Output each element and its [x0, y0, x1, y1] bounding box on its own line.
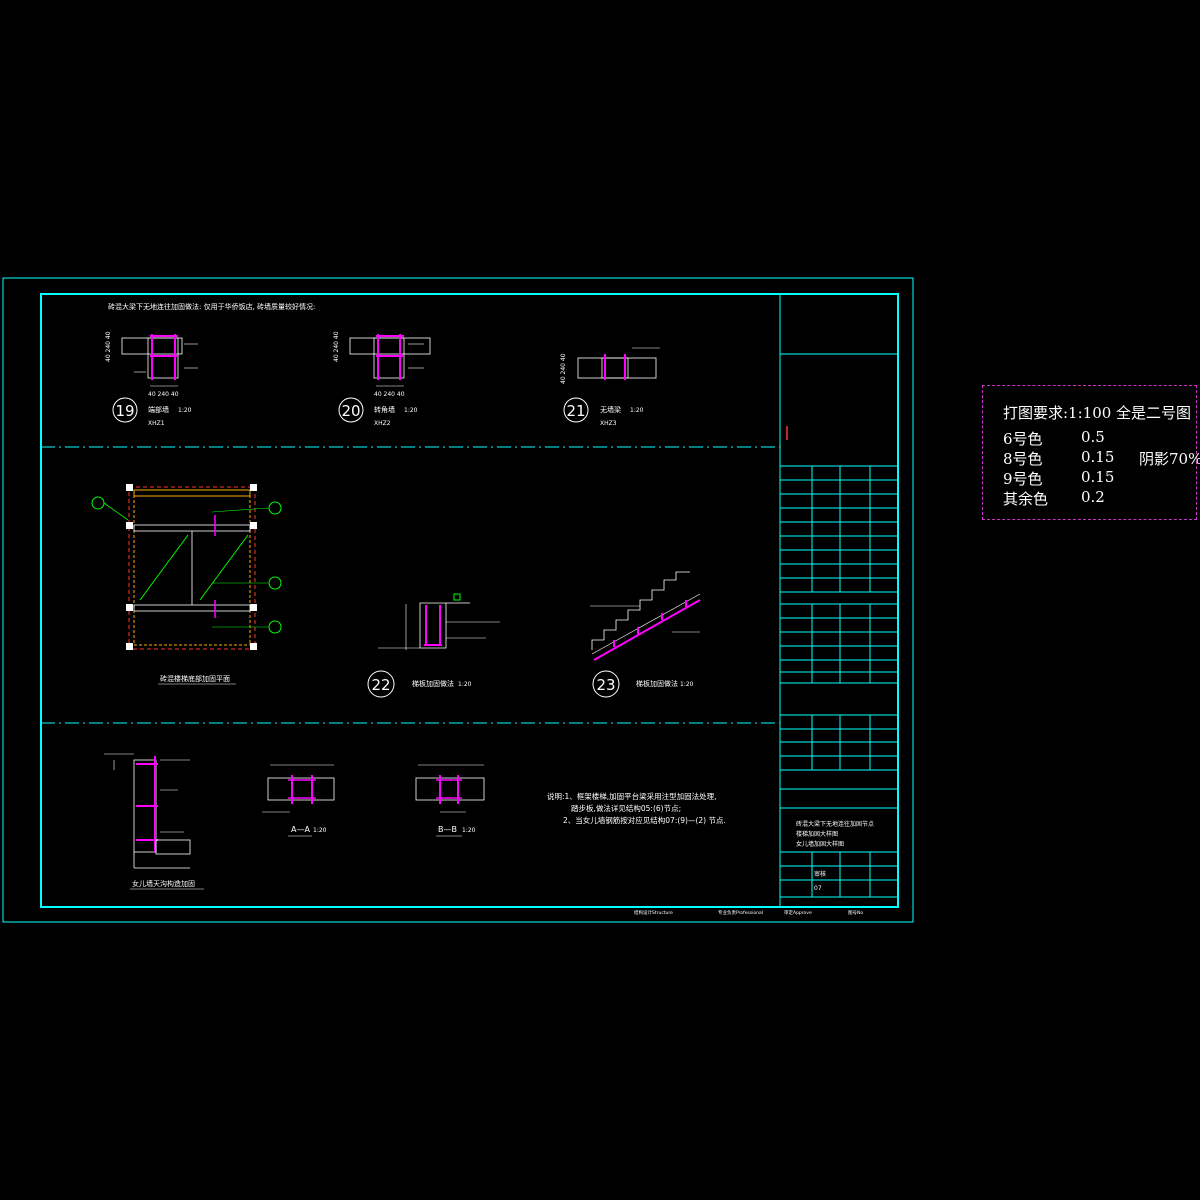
detail-21-number: 21 — [566, 402, 585, 420]
cad-drawing: 砖混大梁下无地连往加固做法: 仅用于华侨饭店, 砖墙质量较好情况: 40 240… — [2, 277, 914, 923]
title-block-drawing-no: 07 — [814, 885, 822, 892]
parapet-detail — [104, 753, 191, 869]
detail-21-scale: 1:20 — [630, 407, 644, 414]
detail-21-label: 21 无墙梁 1:20 XHZ3 — [563, 397, 644, 427]
detail-22-label: 22 梯板加固做法 1:20 — [367, 670, 472, 698]
title-block-project-2: 楼梯加固大样图 — [796, 830, 838, 838]
print-row-4-label: 其余色 — [1003, 490, 1049, 508]
detail-19-number: 19 — [115, 402, 134, 420]
print-row-1-label: 6号色 — [1003, 430, 1043, 448]
detail-22 — [378, 593, 500, 650]
detail-20: 40 240 40 40 240 40 — [333, 331, 431, 398]
detail-19-code: XHZ1 — [148, 420, 165, 427]
svg-text:40 240 40: 40 240 40 — [105, 331, 112, 362]
print-row-2-label: 8号色 — [1003, 450, 1043, 468]
detail-19-label: 19 端部墙 1:20 XHZ1 — [112, 397, 192, 427]
detail-22-number: 22 — [371, 676, 390, 694]
note-line-3: 2、当女儿墙钢筋按对应见结构07:(9)—(2) 节点. — [563, 815, 726, 825]
svg-text:40 240 40: 40 240 40 — [333, 331, 340, 362]
footer-3: 审定Approve — [784, 909, 812, 916]
section-a-scale: 1:20 — [313, 827, 327, 834]
print-row-3-value: 0.15 — [1081, 468, 1115, 486]
note-line-2: 踏步板,做法详见结构05:(6)节点; — [571, 803, 681, 813]
footer-4: 图号No — [848, 910, 863, 916]
title-block-checker: 审核 — [814, 870, 826, 878]
print-row-2-extra: 阴影70% — [1139, 450, 1200, 468]
title-block-project-3: 女儿墙加固大样图 — [796, 840, 844, 848]
detail-21-dim: 40 240 40 — [560, 353, 567, 384]
section-a-title: A—A — [291, 825, 310, 834]
section-b-title: B—B — [438, 825, 457, 834]
detail-21: 40 240 40 — [560, 347, 660, 384]
detail-20-label: 20 转角墙 1:20 XHZ2 — [338, 397, 418, 427]
print-row-3-label: 9号色 — [1003, 470, 1043, 488]
section-a — [262, 764, 335, 813]
plan-title: 砖混楼梯底部加固平面 — [160, 674, 230, 683]
print-row-1-value: 0.5 — [1081, 428, 1105, 446]
detail-22-scale: 1:20 — [458, 681, 472, 688]
detail-20-scale: 1:20 — [404, 407, 418, 414]
top-note: 砖混大梁下无地连往加固做法: 仅用于华侨饭店, 砖墙质量较好情况: — [108, 302, 315, 311]
note-line-1: 说明:1、框架楼梯,加固平台梁采用注型加固法处理, — [547, 791, 717, 801]
detail-20-number: 20 — [341, 402, 360, 420]
detail-23-number: 23 — [596, 676, 615, 694]
detail-23-label: 23 梯板加固做法 1:20 — [592, 670, 694, 698]
detail-21-code: XHZ3 — [600, 420, 617, 427]
detail-20-dim: 40 240 40 — [374, 391, 405, 398]
print-row-4-value: 0.2 — [1081, 488, 1105, 506]
detail-19-title: 端部墙 — [148, 405, 169, 414]
title-block — [779, 294, 898, 907]
detail-23-scale: 1:20 — [680, 681, 694, 688]
print-requirements-box: 打图要求:1:100 全是二号图 6号色 0.5 8号色 0.15 阴影70% … — [982, 385, 1200, 520]
detail-19-scale: 1:20 — [178, 407, 192, 414]
section-b — [415, 764, 485, 813]
detail-20-code: XHZ2 — [374, 420, 391, 427]
detail-23-title: 梯板加固做法 — [636, 679, 678, 688]
detail-19: 40 240 40 40 240 40 — [105, 331, 198, 398]
detail-22-title: 梯板加固做法 — [412, 679, 454, 688]
detail-23 — [590, 571, 701, 661]
print-row-2-value: 0.15 — [1081, 448, 1115, 466]
parapet-title: 女儿墙天沟构造加固 — [132, 879, 195, 888]
detail-19-dim: 40 240 40 — [148, 391, 179, 398]
print-requirements-title: 打图要求:1:100 全是二号图 — [1003, 404, 1192, 422]
stair-plan — [91, 484, 282, 650]
footer-1: 结构设计Structure — [634, 909, 673, 916]
title-block-project-1: 砖混大梁下无地连往加固节点 — [796, 820, 874, 828]
footer-2: 专业负责Professional — [718, 909, 763, 916]
detail-20-title: 转角墙 — [374, 405, 395, 414]
section-b-scale: 1:20 — [462, 827, 476, 834]
detail-21-title: 无墙梁 — [600, 405, 621, 414]
